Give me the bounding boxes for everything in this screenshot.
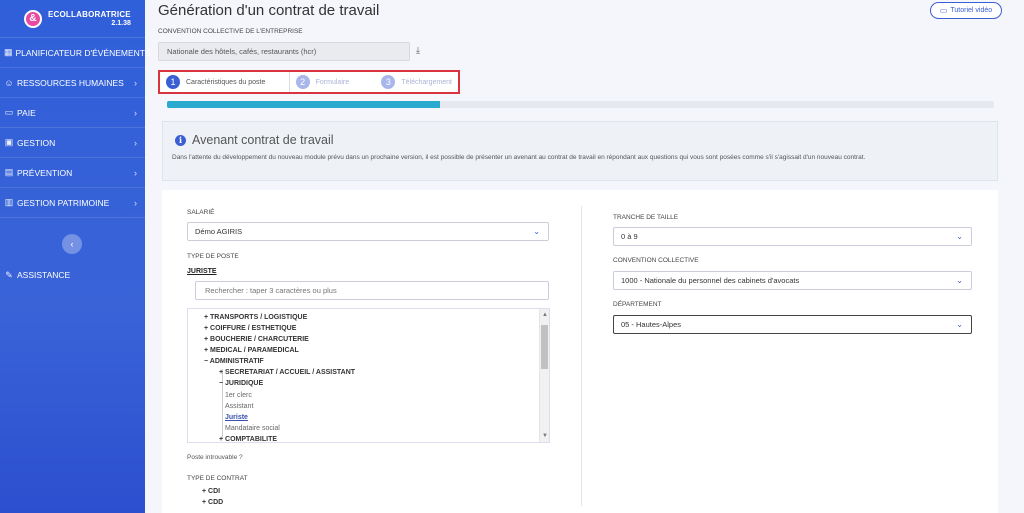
sidebar-item-label: GESTION PATRIMOINE xyxy=(17,197,110,208)
step-telechargement[interactable]: 3 Téléchargement xyxy=(375,72,458,92)
tree-leaf-assistant[interactable]: Assistant xyxy=(225,403,253,410)
notice-title-row: i Avenant contrat de travail xyxy=(175,133,334,147)
scroll-thumb[interactable] xyxy=(541,325,548,369)
salarie-value: Démo AGIRIS xyxy=(195,227,243,236)
tranche-label: TRANCHE DE TAILLE xyxy=(613,214,679,221)
tutorial-video-label: Tutoriel vidéo xyxy=(950,7,993,14)
convention-collective-label: CONVENTION COLLECTIVE xyxy=(613,257,699,264)
scroll-up-icon[interactable]: ▲ xyxy=(540,310,549,320)
departement-label: DÉPARTEMENT xyxy=(613,301,662,308)
step-label: Caractéristiques du poste xyxy=(186,78,266,86)
building-icon: ▥ xyxy=(4,197,14,207)
chevron-down-icon: ⌄ xyxy=(533,227,540,236)
chevron-right-icon: › xyxy=(134,197,137,208)
sidebar-item-planificateur[interactable]: ▦ PLANIFICATEUR D'ÉVÉNEMENTS xyxy=(0,38,151,68)
calendar-icon: ▦ xyxy=(4,47,13,57)
user-icon: ☺ xyxy=(4,77,14,88)
tree-node-coiffure[interactable]: + COIFFURE / ESTHETIQUE xyxy=(204,325,296,332)
contract-cdi[interactable]: + CDI xyxy=(202,488,220,495)
chevron-right-icon: › xyxy=(134,77,137,88)
pay-icon: ▭ xyxy=(4,107,14,117)
chevron-down-icon: ⌄ xyxy=(956,232,963,241)
sidebar-item-gestion-patrimoine[interactable]: ▥ GESTION PATRIMOINE › xyxy=(0,188,145,218)
step-label: Téléchargement xyxy=(401,78,452,86)
progress-bar xyxy=(167,101,994,108)
type-contrat-label: TYPE DE CONTRAT xyxy=(187,475,248,482)
brand-version: 2.1.38 xyxy=(111,19,131,27)
job-search-input[interactable] xyxy=(195,281,549,300)
notice-title: Avenant contrat de travail xyxy=(192,133,334,147)
step-number: 1 xyxy=(166,75,180,89)
download-icon[interactable]: ⤓ xyxy=(416,45,420,56)
tree-node-administratif[interactable]: − ADMINISTRATIF xyxy=(204,358,264,365)
job-tree[interactable]: + TRANSPORTS / LOGISTIQUE + COIFFURE / E… xyxy=(187,308,550,443)
chevron-right-icon: › xyxy=(134,167,137,178)
sidebar-item-assistance[interactable]: ✎ ASSISTANCE xyxy=(4,269,71,281)
contract-cdd[interactable]: + CDD xyxy=(202,499,223,506)
wrench-icon: ✎ xyxy=(5,269,13,280)
sidebar-item-label: GESTION xyxy=(17,137,56,148)
sidebar-item-label: RESSOURCES HUMAINES xyxy=(17,77,124,88)
notice-panel: i Avenant contrat de travail Dans l'atte… xyxy=(162,121,998,181)
step-label: Formulaire xyxy=(315,78,350,86)
step-number: 2 xyxy=(295,75,310,89)
tree-leaf-1er-clerc[interactable]: 1er clerc xyxy=(225,392,252,399)
tree-node-juridique[interactable]: − JURIDIQUE xyxy=(219,380,263,387)
info-icon: i xyxy=(175,134,186,146)
sidebar-item-label: ASSISTANCE xyxy=(17,270,71,280)
departement-value: 05 - Hautes-Alpes xyxy=(621,320,682,329)
step-formulaire[interactable]: 2 Formulaire xyxy=(290,72,376,92)
convention-collective-value: 1000 - Nationale du personnel des cabine… xyxy=(621,276,800,285)
company-convention-field: Nationale des hôtels, cafés, restaurants… xyxy=(158,42,410,61)
brand-name: ECOLLABORATRICE xyxy=(48,9,131,19)
column-divider xyxy=(581,206,582,506)
type-poste-label: TYPE DE POSTE xyxy=(187,253,239,260)
tree-node-transports[interactable]: + TRANSPORTS / LOGISTIQUE xyxy=(204,314,307,321)
sidebar-item-label: PAIE xyxy=(17,107,36,118)
job-not-found-link[interactable]: Poste introuvable ? xyxy=(187,454,243,461)
prevention-icon: ▤ xyxy=(4,167,14,177)
chevron-down-icon: ⌄ xyxy=(956,320,963,329)
progress-fill xyxy=(167,101,440,108)
brand-logo-icon: & xyxy=(24,9,42,28)
sidebar: & ECOLLABORATRICE 2.1.38 ▦ PLANIFICATEUR… xyxy=(0,0,151,513)
tree-node-boucherie[interactable]: + BOUCHERIE / CHARCUTERIE xyxy=(204,336,309,343)
sidebar-item-paie[interactable]: ▭ PAIE › xyxy=(0,98,145,128)
chevron-left-icon: ‹ xyxy=(70,239,74,249)
chevron-right-icon: › xyxy=(134,137,137,148)
briefcase-icon: ▣ xyxy=(4,137,14,147)
sidebar-item-label: PRÉVENTION xyxy=(17,167,73,178)
chevron-down-icon: ⌄ xyxy=(956,276,963,285)
notice-text: Dans l'attente du développement du nouve… xyxy=(172,154,866,161)
tranche-value: 0 à 9 xyxy=(621,232,638,241)
tree-node-comptabilite[interactable]: + COMPTABILITE xyxy=(219,436,277,442)
departement-select[interactable]: 05 - Hautes-Alpes ⌄ xyxy=(613,315,972,334)
sidebar-item-gestion[interactable]: ▣ GESTION › xyxy=(0,128,145,158)
collapse-sidebar-button[interactable]: ‹ xyxy=(62,234,82,254)
convention-collective-select[interactable]: 1000 - Nationale du personnel des cabine… xyxy=(613,271,972,290)
tree-node-secretariat[interactable]: + SECRETARIAT / ACCUEIL / ASSISTANT xyxy=(219,369,355,376)
video-icon: ▭ xyxy=(939,6,948,15)
page-title: Génération d'un contrat de travail xyxy=(158,2,380,19)
tree-leaf-mandataire-social[interactable]: Mandataire social xyxy=(225,425,280,432)
form-card: SALARIÉ Démo AGIRIS ⌄ TYPE DE POSTE JURI… xyxy=(162,190,998,513)
selected-job: JURISTE xyxy=(187,268,217,275)
tree-leaf-juriste[interactable]: Juriste xyxy=(225,414,248,421)
company-convention-label: CONVENTION COLLECTIVE DE L'ENTREPRISE xyxy=(158,28,303,35)
chevron-right-icon: › xyxy=(134,107,137,118)
sidebar-item-ressources-humaines[interactable]: ☺ RESSOURCES HUMAINES › xyxy=(0,68,145,98)
tree-scrollbar[interactable]: ▲ ▼ xyxy=(539,309,549,442)
tutorial-video-button[interactable]: ▭ Tutoriel vidéo xyxy=(930,2,1002,19)
stepper: 1 Caractéristiques du poste 2 Formulaire… xyxy=(158,70,460,94)
tranche-select[interactable]: 0 à 9 ⌄ xyxy=(613,227,972,246)
sidebar-item-prevention[interactable]: ▤ PRÉVENTION › xyxy=(0,158,145,188)
tree-node-medical[interactable]: + MEDICAL / PARAMEDICAL xyxy=(204,347,299,354)
salarie-label: SALARIÉ xyxy=(187,209,215,216)
step-number: 3 xyxy=(381,75,396,89)
brand[interactable]: & ECOLLABORATRICE 2.1.38 xyxy=(0,0,145,38)
scroll-down-icon[interactable]: ▼ xyxy=(540,431,549,441)
salarie-select[interactable]: Démo AGIRIS ⌄ xyxy=(187,222,549,241)
sidebar-item-label: PLANIFICATEUR D'ÉVÉNEMENTS xyxy=(15,47,151,58)
step-caracteristiques[interactable]: 1 Caractéristiques du poste xyxy=(160,72,290,92)
